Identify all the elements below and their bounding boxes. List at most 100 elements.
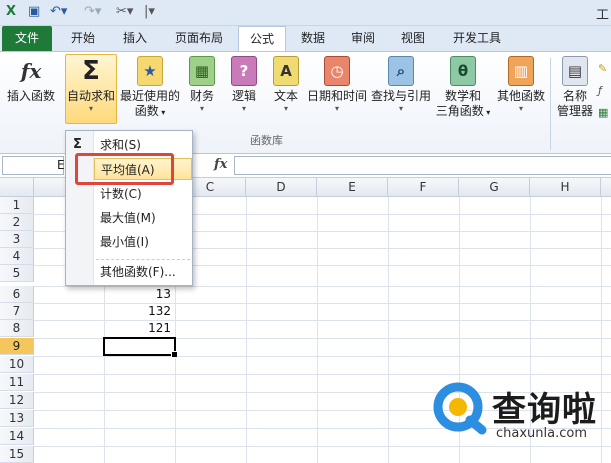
recent-label-line1: 最近使用的 bbox=[119, 89, 180, 103]
insert-function-button[interactable]: fx 插入函数 bbox=[2, 56, 60, 104]
cell-b6[interactable]: 13 bbox=[104, 286, 174, 303]
column-header-g[interactable]: G bbox=[459, 178, 530, 197]
name-box[interactable]: E bbox=[2, 156, 65, 175]
gridline bbox=[34, 446, 611, 447]
row-header[interactable]: 1 bbox=[0, 197, 34, 214]
row-header[interactable]: 3 bbox=[0, 231, 34, 248]
row-header[interactable]: 6 bbox=[0, 286, 34, 303]
text-label: 文本 bbox=[273, 89, 298, 103]
row-header[interactable]: 11 bbox=[0, 374, 34, 391]
books-stack-icon: ▥ bbox=[508, 56, 534, 86]
autosum-label: 自动求和 bbox=[66, 89, 115, 103]
chevron-down-icon: ▾ bbox=[398, 104, 403, 113]
tab-developer[interactable]: 开发工具 bbox=[444, 26, 510, 51]
function-library-group-label: 函数库 bbox=[250, 134, 283, 147]
row-header[interactable]: 10 bbox=[0, 356, 34, 373]
theta-book-icon: θ bbox=[450, 56, 476, 86]
logical-button[interactable]: ? 逻辑 ▾ bbox=[228, 56, 260, 114]
financial-button[interactable]: ▦ 财务 ▾ bbox=[186, 56, 218, 114]
row-header-selected[interactable]: 9 bbox=[0, 338, 34, 355]
row-header[interactable]: 8 bbox=[0, 320, 34, 337]
customize-qat-icon[interactable]: |▾ bbox=[144, 4, 155, 20]
active-cell-b9[interactable] bbox=[103, 337, 178, 358]
row-header[interactable]: 2 bbox=[0, 214, 34, 231]
ribbon-group-divider bbox=[550, 58, 551, 150]
gridline bbox=[246, 197, 247, 463]
chevron-down-icon: ▾ bbox=[241, 104, 246, 113]
autosum-label-group: Σ 自动求和 ▾ bbox=[65, 56, 117, 114]
more-functions-button[interactable]: ▥ 其他函数 ▾ bbox=[494, 56, 548, 114]
column-header-d[interactable]: D bbox=[246, 178, 317, 197]
column-header-f[interactable]: F bbox=[388, 178, 459, 197]
financial-label: 财务 bbox=[189, 89, 214, 103]
gridline bbox=[388, 197, 389, 463]
datetime-button[interactable]: ◷ 日期和时间 ▾ bbox=[306, 56, 368, 114]
undo-icon[interactable]: ↶▾ bbox=[50, 4, 67, 20]
tab-file[interactable]: 文件 bbox=[2, 26, 52, 51]
row-header[interactable]: 13 bbox=[0, 410, 34, 427]
row-header[interactable]: 5 bbox=[0, 265, 34, 282]
save-icon[interactable]: ▣ bbox=[28, 4, 40, 20]
name-manager-button[interactable]: ▤ 名称 管理器 bbox=[554, 56, 596, 119]
text-button[interactable]: A 文本 ▾ bbox=[270, 56, 302, 114]
tab-home[interactable]: 开始 bbox=[60, 26, 106, 51]
lookup-label: 查找与引用 bbox=[370, 89, 431, 103]
use-in-formula-icon[interactable]: ƒ bbox=[598, 84, 602, 97]
math-trig-button[interactable]: θ 数学和 三角函数 ▾ bbox=[434, 56, 492, 120]
row-header[interactable]: 12 bbox=[0, 392, 34, 409]
clock-book-icon: ◷ bbox=[324, 56, 350, 86]
formula-input[interactable] bbox=[234, 156, 611, 175]
star-book-icon: ★ bbox=[137, 56, 163, 86]
window-title: 工 bbox=[595, 8, 609, 23]
row-header[interactable]: 14 bbox=[0, 428, 34, 445]
row-header[interactable]: 15 bbox=[0, 446, 34, 463]
row-header[interactable]: 7 bbox=[0, 303, 34, 320]
menu-item-min[interactable]: 最小值(I) bbox=[94, 231, 192, 253]
gridline bbox=[34, 374, 611, 375]
tab-view[interactable]: 视图 bbox=[390, 26, 436, 51]
menu-item-count[interactable]: 计数(C) bbox=[94, 183, 192, 205]
tab-insert[interactable]: 插入 bbox=[112, 26, 158, 51]
excel-app-icon: X bbox=[6, 4, 17, 19]
chevron-down-icon: ▾ bbox=[518, 104, 523, 113]
cell-b8[interactable]: 121 bbox=[104, 320, 174, 337]
lookup-button[interactable]: ⌕ 查找与引用 ▾ bbox=[370, 56, 432, 114]
financial-book-icon: ▦ bbox=[189, 56, 215, 86]
chevron-down-icon: ▾ bbox=[283, 104, 288, 113]
column-header-h[interactable]: H bbox=[530, 178, 601, 197]
insert-function-fx-icon[interactable]: fx bbox=[214, 157, 227, 172]
tab-review[interactable]: 审阅 bbox=[340, 26, 386, 51]
menu-item-more-functions[interactable]: 其他函数(F)... bbox=[94, 261, 192, 283]
logical-label: 逻辑 bbox=[231, 89, 256, 103]
magnifier-book-icon: ⌕ bbox=[388, 56, 414, 86]
gridline bbox=[317, 197, 318, 463]
define-name-icon[interactable]: ✎ bbox=[598, 62, 607, 75]
chevron-down-icon: ▾ bbox=[483, 108, 491, 117]
row-header[interactable]: 4 bbox=[0, 248, 34, 265]
recent-functions-button[interactable]: ★ 最近使用的 函数 ▾ bbox=[119, 56, 181, 120]
fx-icon: fx bbox=[20, 58, 42, 83]
tab-data[interactable]: 数据 bbox=[290, 26, 336, 51]
tools-icon[interactable]: ✂▾ bbox=[116, 4, 133, 20]
create-from-selection-icon[interactable]: ▦ bbox=[598, 106, 608, 119]
watermark: 查询啦 chaxunla.com bbox=[432, 380, 608, 446]
column-header-e[interactable]: E bbox=[317, 178, 388, 197]
sigma-icon: Σ bbox=[73, 137, 82, 152]
chevron-down-icon: ▾ bbox=[158, 108, 166, 117]
cell-b7[interactable]: 132 bbox=[104, 303, 174, 320]
math-label-line1: 数学和 bbox=[444, 89, 481, 103]
recent-label-line2: 函数 bbox=[134, 104, 159, 118]
chevron-down-icon: ▾ bbox=[334, 104, 339, 113]
logical-book-icon: ? bbox=[231, 56, 257, 86]
autosum-dropdown-arrow[interactable]: ▾ bbox=[65, 104, 117, 114]
redo-icon[interactable]: ↷▾ bbox=[84, 4, 101, 20]
watermark-logo-icon bbox=[433, 382, 487, 435]
tab-page-layout[interactable]: 页面布局 bbox=[164, 26, 234, 51]
tab-formulas[interactable]: 公式 bbox=[238, 26, 286, 51]
select-all-corner[interactable] bbox=[0, 178, 34, 197]
column-header-i[interactable] bbox=[601, 178, 611, 197]
watermark-url: chaxunla.com bbox=[496, 426, 587, 441]
insert-function-label: 插入函数 bbox=[6, 89, 55, 103]
menu-item-max[interactable]: 最大值(M) bbox=[94, 207, 192, 229]
math-label-line2: 三角函数 bbox=[435, 104, 484, 118]
